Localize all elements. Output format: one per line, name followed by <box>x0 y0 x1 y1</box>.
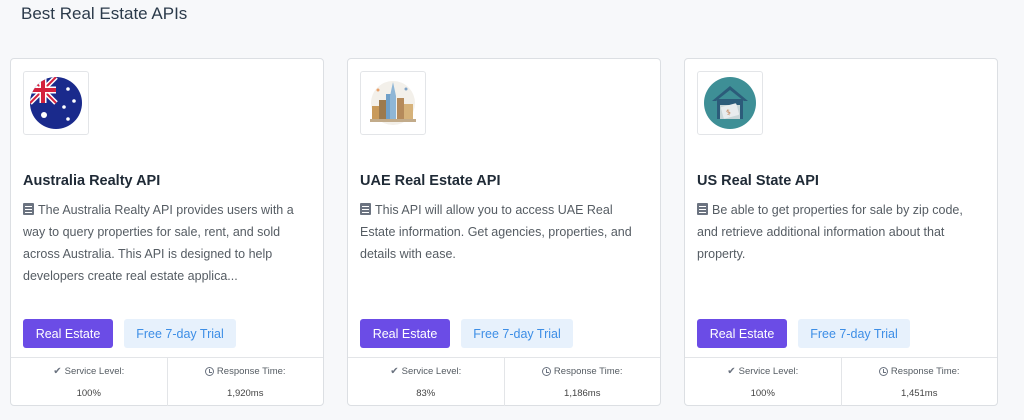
api-title[interactable]: Australia Realty API <box>23 173 160 189</box>
service-level-stat: ✔ Service Level: 83% <box>348 358 504 406</box>
check-icon: ✔ <box>390 365 399 377</box>
api-description: This API will allow you to access UAE Re… <box>360 203 632 261</box>
clock-icon <box>204 366 214 376</box>
australia-flag-icon <box>30 77 82 129</box>
api-logo <box>23 71 89 135</box>
service-level-label: Service Level: <box>401 365 462 377</box>
service-level-value: 100% <box>750 387 775 399</box>
api-title[interactable]: UAE Real Estate API <box>360 173 500 189</box>
section-title: Best Real Estate APIs <box>21 4 188 23</box>
category-button[interactable]: Real Estate <box>697 319 787 348</box>
document-icon <box>697 203 708 215</box>
response-time-stat: Response Time: 1,920ms <box>166 358 324 406</box>
response-time-stat: Response Time: 1,186ms <box>503 358 661 406</box>
category-button[interactable]: Real Estate <box>23 319 113 348</box>
service-level-label: Service Level: <box>738 365 799 377</box>
response-time-value: 1,451ms <box>901 387 938 399</box>
free-trial-button[interactable]: Free 7-day Trial <box>124 319 236 348</box>
api-description: Be able to get properties for sale by zi… <box>697 203 963 261</box>
check-icon: ✔ <box>727 365 736 377</box>
category-button[interactable]: Real Estate <box>360 319 450 348</box>
house-sale-icon: $ <box>704 77 756 129</box>
response-time-stat: Response Time: 1,451ms <box>840 358 998 406</box>
response-time-label: Response Time: <box>890 365 960 377</box>
clock-icon <box>878 366 888 376</box>
service-level-stat: ✔ Service Level: 100% <box>11 358 167 406</box>
api-card-australia-realty[interactable]: Australia Realty API The Australia Realt… <box>10 58 324 406</box>
response-time-label: Response Time: <box>553 365 623 377</box>
api-card-us-real-state[interactable]: $ US Real State API Be able to get prope… <box>684 58 998 406</box>
api-card-uae-real-estate[interactable]: UAE Real Estate API This API will allow … <box>347 58 661 406</box>
response-time-value: 1,920ms <box>227 387 264 399</box>
response-time-label: Response Time: <box>216 365 286 377</box>
api-logo <box>360 71 426 135</box>
api-description: The Australia Realty API provides users … <box>23 203 294 283</box>
city-skyline-icon <box>370 81 416 125</box>
free-trial-button[interactable]: Free 7-day Trial <box>461 319 573 348</box>
document-icon <box>360 203 371 215</box>
service-level-label: Service Level: <box>64 365 125 377</box>
response-time-value: 1,186ms <box>564 387 601 399</box>
api-stats: ✔ Service Level: 100% Response Time: 1,92… <box>11 357 323 406</box>
service-level-stat: ✔ Service Level: 100% <box>685 358 841 406</box>
api-title[interactable]: US Real State API <box>697 173 819 189</box>
api-stats: ✔ Service Level: 100% Response Time: 1,45… <box>685 357 997 406</box>
check-icon: ✔ <box>53 365 62 377</box>
api-stats: ✔ Service Level: 83% Response Time: 1,186… <box>348 357 660 406</box>
service-level-value: 100% <box>76 387 101 399</box>
service-level-value: 83% <box>416 387 436 399</box>
clock-icon <box>541 366 551 376</box>
api-logo: $ <box>697 71 763 135</box>
free-trial-button[interactable]: Free 7-day Trial <box>798 319 910 348</box>
document-icon <box>23 203 34 215</box>
